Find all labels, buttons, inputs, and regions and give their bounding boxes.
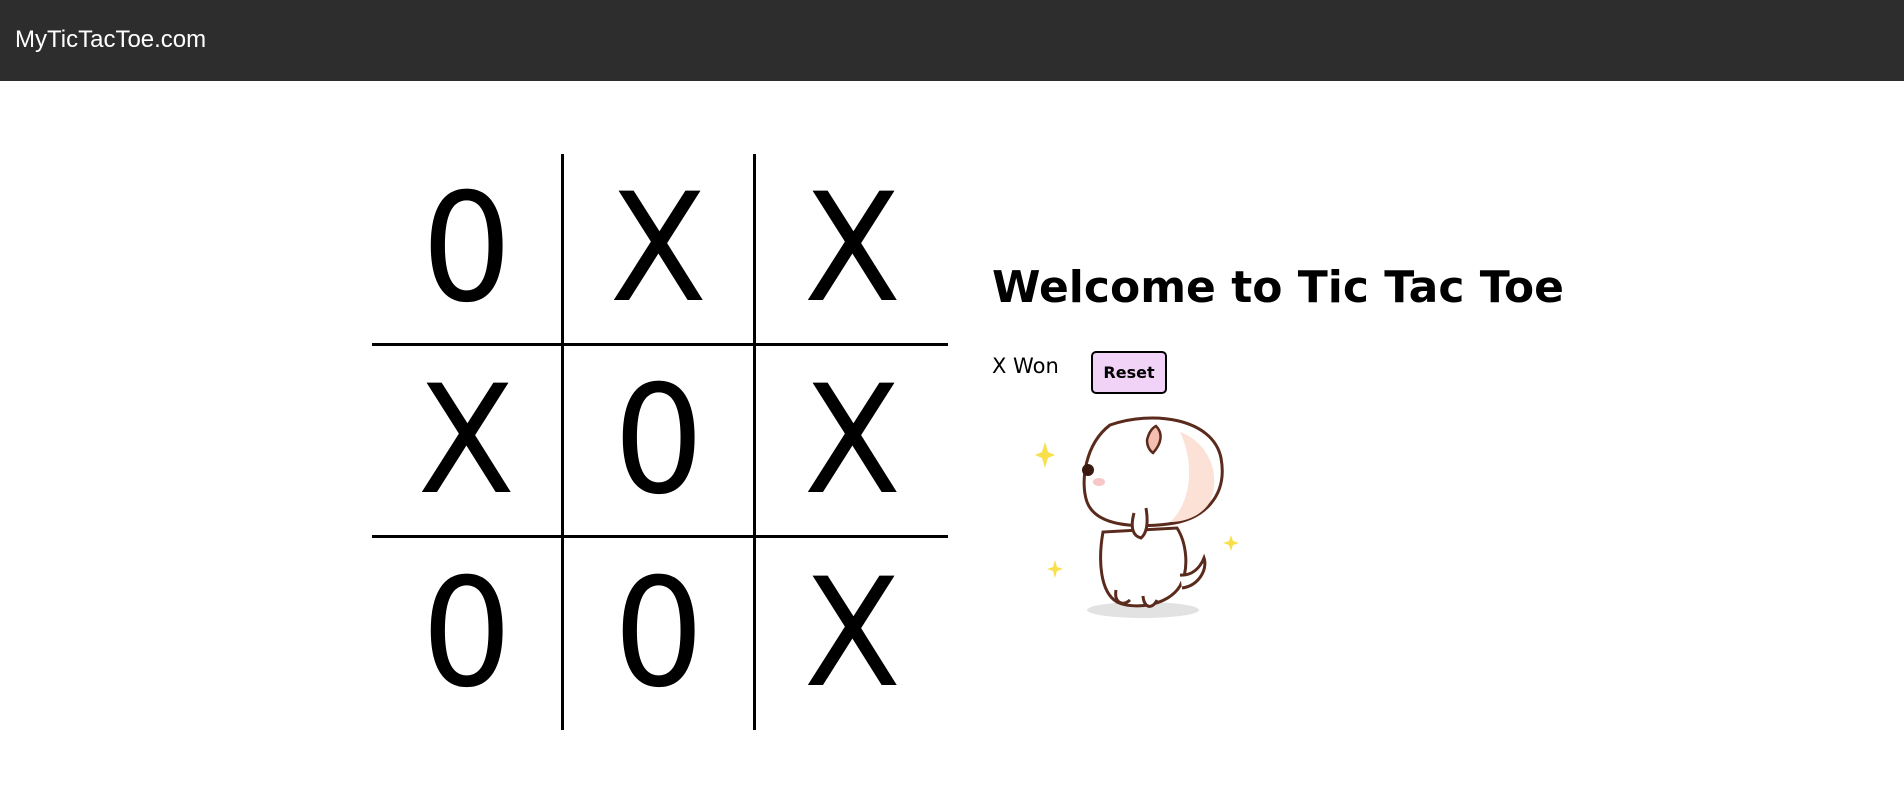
board-cell-2-1[interactable]: 0 [564,538,756,730]
board-cell-1-1[interactable]: 0 [564,346,756,538]
top-navbar: MyTicTacToe.com [0,0,1904,81]
board-cell-2-2[interactable]: X [756,538,948,730]
game-status: X Won [992,354,1059,378]
cell-mark: X [803,353,901,528]
cell-mark: 0 [421,547,512,721]
board-cell-1-0[interactable]: X [372,346,564,538]
cell-mark: X [417,353,516,528]
cell-mark: 0 [613,547,704,721]
cell-mark: 0 [613,353,704,528]
board-cell-2-0[interactable]: 0 [372,538,564,730]
cat-mascot-icon [1035,416,1239,618]
board-cell-0-1[interactable]: X [564,154,756,346]
page-title: Welcome to Tic Tac Toe [992,262,1564,313]
welcome-panel: Welcome to Tic Tac Toe [992,252,1564,324]
board-cell-0-0[interactable]: 0 [372,154,564,346]
cell-mark: X [803,547,901,721]
board-cell-0-2[interactable]: X [756,154,948,346]
cell-mark: 0 [421,161,512,336]
cell-mark: X [803,161,901,336]
cell-mark: X [609,161,708,336]
reset-button[interactable]: Reset [1091,351,1167,394]
game-board: 0 X X X 0 X 0 0 X [372,154,949,730]
brand-link[interactable]: MyTicTacToe.com [15,24,206,56]
board-cell-1-2[interactable]: X [756,346,948,538]
